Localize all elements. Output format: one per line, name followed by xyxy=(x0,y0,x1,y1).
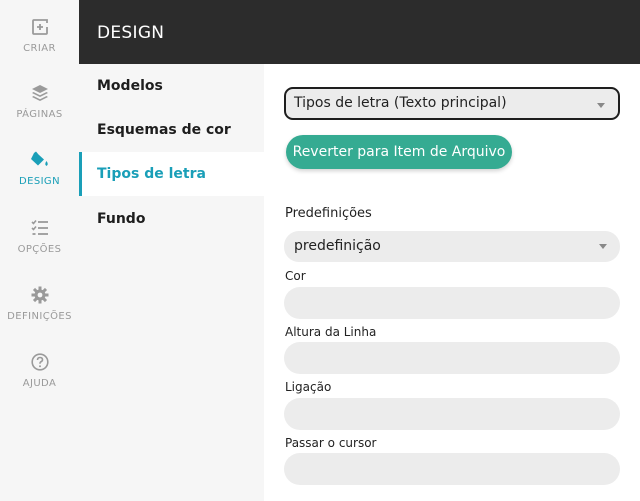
rail-label: DESIGN xyxy=(19,176,60,187)
preset-select-value: predefinição xyxy=(294,238,381,254)
icon-rail: CRIAR PÁGINAS DESIGN OPÇÕES DEFINIÇÕES A… xyxy=(0,0,79,501)
gear-icon xyxy=(31,286,48,304)
create-icon xyxy=(31,19,48,35)
rail-label: DEFINIÇÕES xyxy=(7,311,72,322)
color-label: Cor xyxy=(285,269,306,283)
link-input[interactable] xyxy=(284,398,620,430)
rail-item-opcoes[interactable]: OPÇÕES xyxy=(0,219,79,255)
chevron-down-icon xyxy=(597,103,605,108)
rail-item-ajuda[interactable]: AJUDA xyxy=(0,353,79,389)
chevron-down-icon xyxy=(599,244,607,249)
line-height-label: Altura da Linha xyxy=(285,325,377,339)
font-settings-panel: Tipos de letra (Texto principal) Reverte… xyxy=(264,64,640,501)
color-input[interactable] xyxy=(284,287,620,319)
font-target-select-value: Tipos de letra (Texto principal) xyxy=(294,95,507,111)
preset-select[interactable]: predefinição xyxy=(284,231,620,262)
subnav-item-fundo[interactable]: Fundo xyxy=(79,197,264,241)
rail-label: OPÇÕES xyxy=(17,244,62,255)
link-label: Ligação xyxy=(285,380,332,394)
rail-label: PÁGINAS xyxy=(16,109,63,120)
help-icon xyxy=(30,353,49,371)
rail-label: AJUDA xyxy=(22,378,57,389)
design-subnav: Modelos Esquemas de cor Tipos de letra F… xyxy=(79,64,264,501)
page-title: DESIGN xyxy=(97,23,165,43)
rail-item-paginas[interactable]: PÁGINAS xyxy=(0,84,79,120)
hover-label: Passar o cursor xyxy=(285,436,377,450)
hover-input[interactable] xyxy=(284,453,620,485)
checklist-icon xyxy=(30,219,48,235)
revert-to-archive-button[interactable]: Reverter para Item de Arquivo xyxy=(286,135,512,169)
rail-item-criar[interactable]: CRIAR xyxy=(0,18,79,54)
rail-item-design[interactable]: DESIGN xyxy=(0,151,79,187)
layers-icon xyxy=(31,85,48,101)
line-height-input[interactable] xyxy=(284,342,620,374)
font-target-select[interactable]: Tipos de letra (Texto principal) xyxy=(284,87,620,120)
rail-label: CRIAR xyxy=(23,43,56,54)
paint-bucket-icon xyxy=(30,151,48,166)
rail-item-definicoes[interactable]: DEFINIÇÕES xyxy=(0,286,79,322)
subnav-item-modelos[interactable]: Modelos xyxy=(79,64,264,108)
presets-label: Predefinições xyxy=(285,206,372,221)
subnav-item-esquemas-de-cor[interactable]: Esquemas de cor xyxy=(79,108,264,152)
panel-header: DESIGN xyxy=(79,0,640,64)
subnav-item-tipos-de-letra[interactable]: Tipos de letra xyxy=(79,152,264,196)
